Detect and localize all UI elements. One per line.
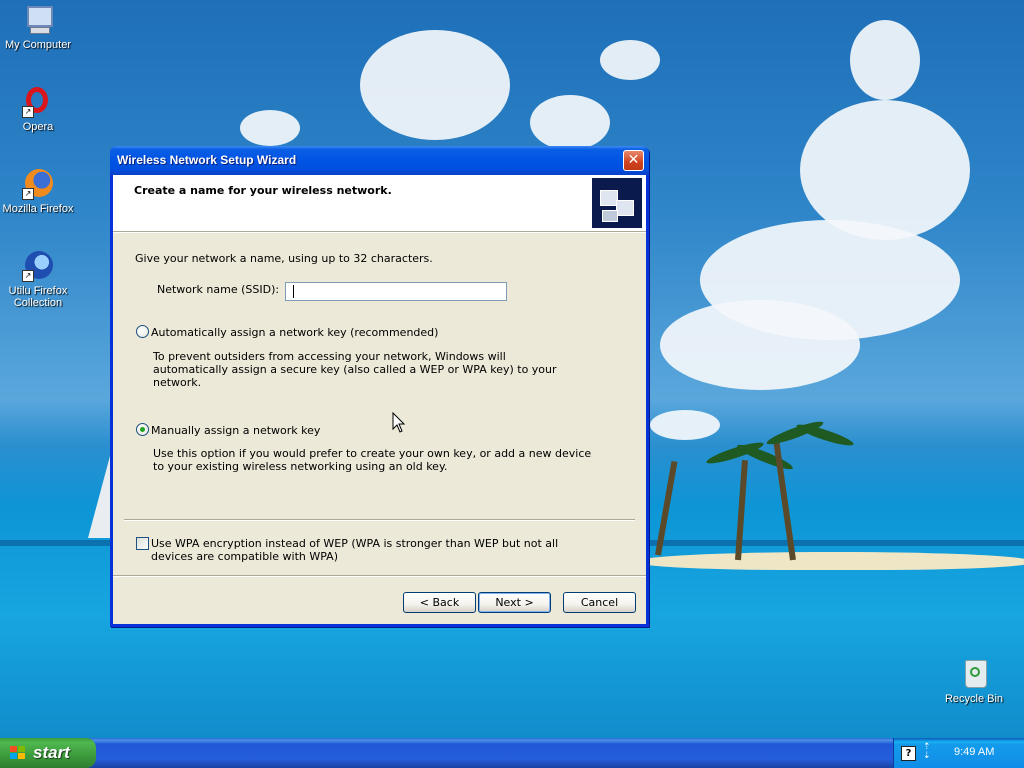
manual-key-radio[interactable]	[136, 423, 149, 436]
cloud	[850, 20, 920, 100]
title-bar[interactable]: Wireless Network Setup Wizard ✕	[110, 146, 649, 175]
window-title: Wireless Network Setup Wizard	[117, 153, 297, 167]
cloud	[650, 410, 720, 440]
cloud	[530, 95, 610, 150]
radio-selected-dot	[140, 427, 145, 432]
desktop-icon-label: Utilu Firefox Collection	[8, 285, 68, 309]
options-divider	[124, 519, 635, 521]
auto-key-label[interactable]: Automatically assign a network key (reco…	[151, 326, 438, 339]
mouse-cursor-icon	[392, 412, 406, 433]
cloud	[240, 110, 300, 146]
intro-text: Give your network a name, using up to 32…	[135, 252, 433, 265]
desktop-icon-opera[interactable]: ↗ Opera	[0, 86, 76, 133]
shortcut-arrow-icon: ↗	[22, 270, 34, 282]
desktop-icon-label: Mozilla Firefox	[2, 203, 74, 215]
clock[interactable]: 9:49 AM	[954, 746, 994, 758]
cloud	[360, 30, 510, 140]
desktop-icon-utilu-firefox[interactable]: ↗ Utilu Firefox Collection	[0, 250, 76, 309]
start-button[interactable]: start	[0, 738, 96, 768]
shortcut-arrow-icon: ↗	[22, 106, 34, 118]
manual-key-label[interactable]: Manually assign a network key	[151, 424, 320, 437]
opera-icon: ↗	[22, 86, 54, 118]
shortcut-arrow-icon: ↗	[22, 188, 34, 200]
close-button[interactable]: ✕	[623, 150, 644, 171]
cancel-button[interactable]: Cancel	[563, 592, 636, 613]
sailboat	[88, 456, 110, 538]
next-button[interactable]: Next >	[478, 592, 551, 613]
wpa-checkbox-label[interactable]: Use WPA encryption instead of WEP (WPA i…	[151, 537, 601, 563]
island	[640, 552, 1024, 570]
desktop-icon-label: Opera	[22, 121, 54, 133]
auto-key-description: To prevent outsiders from accessing your…	[153, 350, 557, 389]
wizard-body: Create a name for your wireless network.…	[113, 175, 646, 624]
manual-key-description: Use this option if you would prefer to c…	[153, 447, 592, 473]
firefox-icon: ↗	[22, 168, 54, 200]
cloud	[800, 100, 970, 240]
wpa-checkbox[interactable]	[136, 537, 149, 550]
windows-logo-icon	[10, 746, 26, 760]
palm-leaf	[794, 420, 856, 450]
close-icon: ✕	[627, 152, 640, 168]
taskbar: start ? ⇡ ⇣ 9:49 AM	[0, 738, 1024, 768]
wizard-header: Create a name for your wireless network.	[113, 175, 646, 232]
start-label: start	[33, 743, 70, 762]
header-title: Create a name for your wireless network.	[134, 184, 392, 197]
desktop-icon-my-computer[interactable]: My Computer	[0, 4, 76, 51]
buttons-divider	[113, 575, 646, 577]
recycle-bin-icon	[958, 658, 990, 690]
help-icon[interactable]: ?	[901, 746, 916, 761]
desktop-icon-firefox[interactable]: ↗ Mozilla Firefox	[0, 168, 76, 215]
cloud	[600, 40, 660, 80]
desktop-icon-label: Recycle Bin	[944, 693, 1004, 705]
my-computer-icon	[22, 4, 54, 36]
back-button[interactable]: < Back	[403, 592, 476, 613]
cloud	[660, 300, 860, 390]
ssid-input[interactable]	[285, 282, 507, 301]
network-icon[interactable]: ⇡ ⇣	[923, 743, 933, 761]
system-tray: ? ⇡ ⇣ 9:49 AM	[893, 738, 1024, 768]
wizard-window: Wireless Network Setup Wizard ✕ Create a…	[110, 146, 649, 627]
desktop-icon-label: My Computer	[4, 39, 72, 51]
desktop-icon-recycle-bin[interactable]: Recycle Bin	[936, 658, 1012, 705]
text-caret	[293, 285, 294, 298]
ssid-label: Network name (SSID):	[157, 283, 280, 296]
header-divider	[113, 232, 646, 233]
wireless-network-icon	[592, 178, 642, 228]
utilu-firefox-icon: ↗	[22, 250, 54, 282]
auto-key-radio[interactable]	[136, 325, 149, 338]
